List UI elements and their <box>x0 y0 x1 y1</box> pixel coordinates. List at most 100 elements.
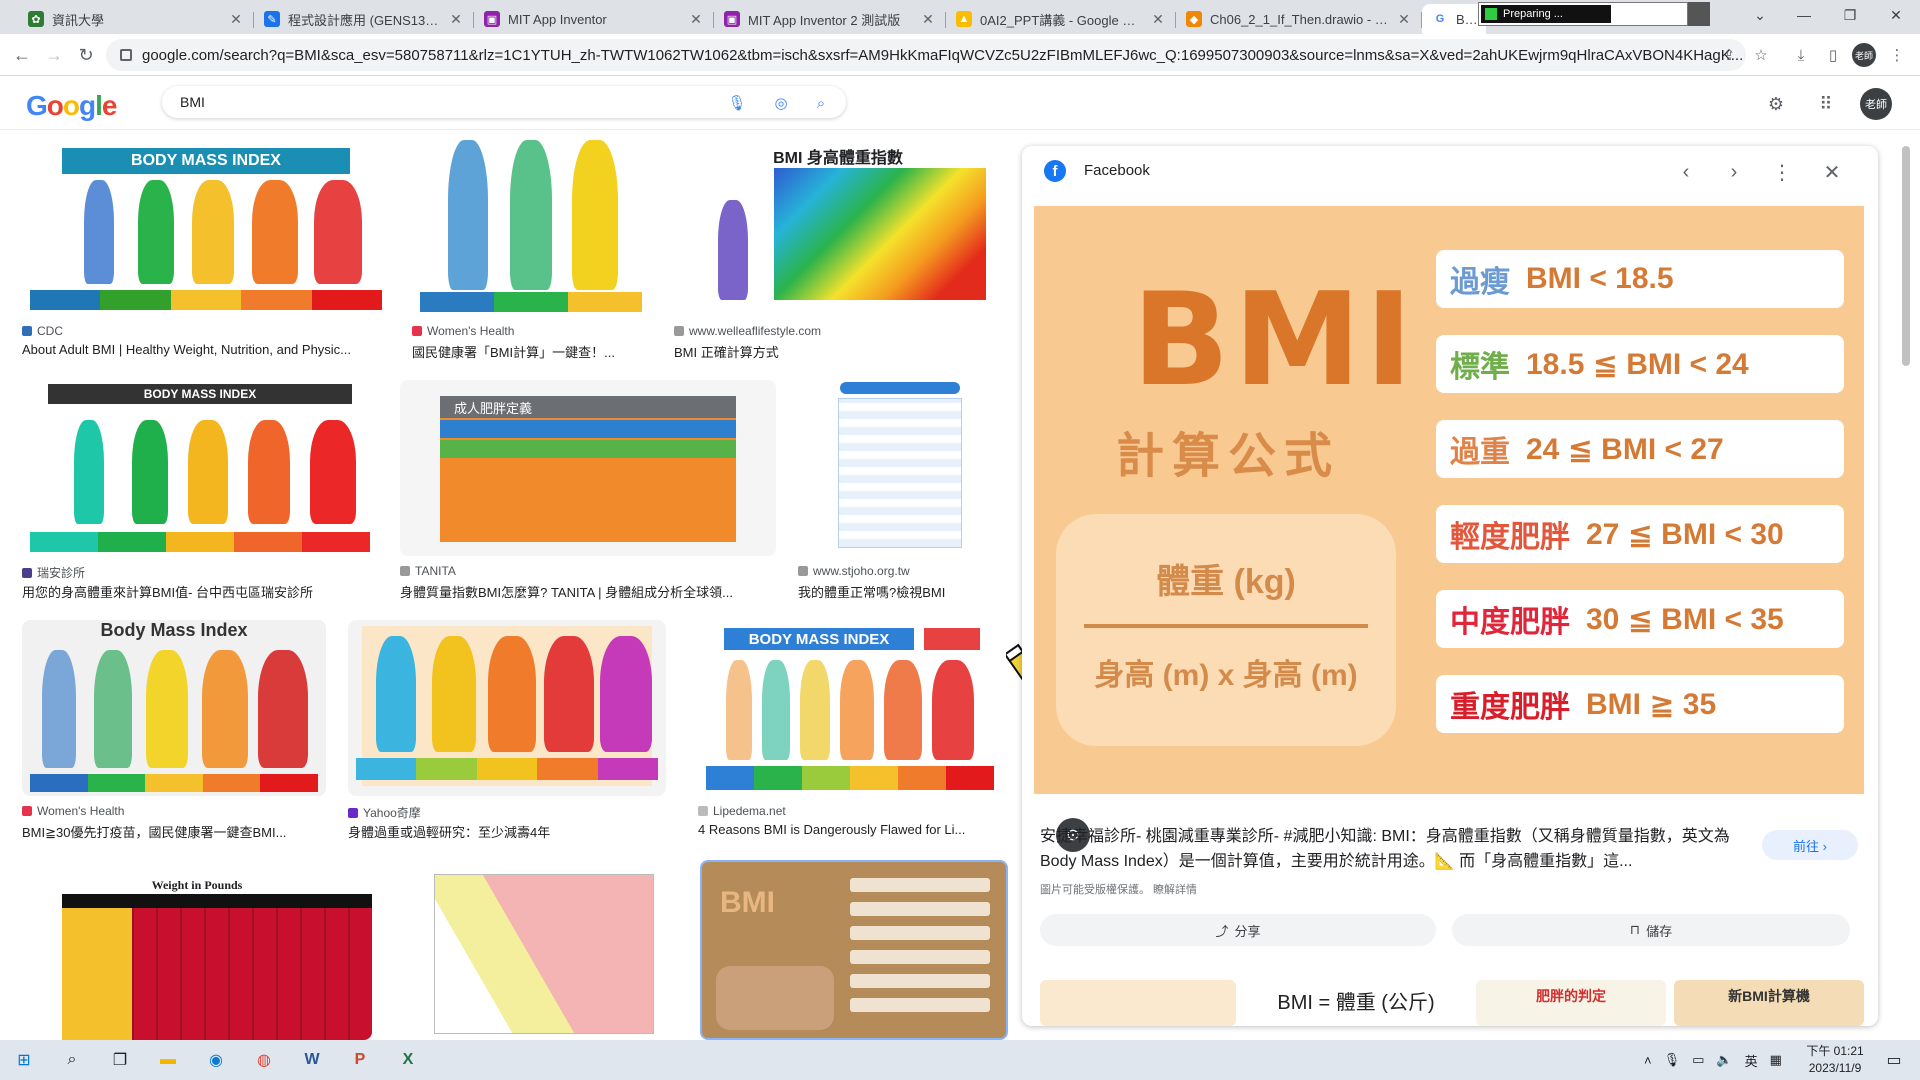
result-source[interactable]: CDC <box>22 324 63 338</box>
edge-icon[interactable]: ◉ <box>202 1046 230 1074</box>
result-caption[interactable]: 我的體重正常嗎?檢視BMI <box>798 582 1002 601</box>
system-clock[interactable]: 下午 01:21 2023/11/9 <box>1800 1043 1870 1077</box>
minimize-icon[interactable]: — <box>1784 0 1824 30</box>
previous-icon[interactable]: ‹ <box>1672 158 1700 186</box>
result-caption[interactable]: 國民健康署「BMI計算」一鍵查！... <box>412 342 650 361</box>
result-thumbnail[interactable] <box>348 620 666 796</box>
tab-6[interactable]: ◆ Ch06_2_1_If_Then.drawio - draw.io ✕ <box>1176 4 1422 34</box>
result-thumbnail[interactable]: BODY MASS INDEX <box>22 140 390 316</box>
tray-chevron-icon[interactable]: ˄ <box>1644 1053 1652 1068</box>
volume-icon[interactable]: 🔈 <box>1716 1052 1732 1068</box>
tab-4[interactable]: ▣ MIT App Inventor 2 測試版 ✕ <box>714 4 946 34</box>
page-scrollbar[interactable] <box>1900 140 1912 1020</box>
settings-gear-icon[interactable]: ⚙ <box>1764 92 1788 116</box>
close-icon[interactable]: ✕ <box>1396 11 1412 28</box>
result-caption[interactable]: BMI≧30優先打疫苗，國民健康署一鍵查BMI... <box>22 822 326 841</box>
next-icon[interactable]: › <box>1720 158 1748 186</box>
ime-mode-icon[interactable]: ▦ <box>1770 1052 1782 1068</box>
result-source[interactable]: Women's Health <box>22 804 124 818</box>
powerpoint-icon[interactable]: P <box>346 1046 374 1074</box>
result-caption[interactable]: 身體質量指數BMI怎麼算? TANITA | 身體組成分析全球領... <box>400 582 776 601</box>
share-button[interactable]: ⤴ 分享 <box>1040 914 1436 946</box>
result-source[interactable]: Lipedema.net <box>698 804 786 818</box>
result-thumbnail[interactable] <box>412 140 650 316</box>
save-button[interactable]: ⊓ 儲存 <box>1452 914 1850 946</box>
close-icon[interactable]: ✕ <box>1150 11 1166 28</box>
word-icon[interactable]: W <box>298 1046 326 1074</box>
google-logo[interactable]: Google <box>26 90 117 122</box>
notification-icon[interactable]: ▭ <box>1880 1046 1908 1074</box>
file-explorer-icon[interactable]: ▬ <box>154 1046 182 1074</box>
tab-3[interactable]: ▣ MIT App Inventor ✕ <box>474 4 714 34</box>
related-image[interactable]: 肥胖的判定 <box>1476 980 1666 1026</box>
tab-5[interactable]: ▲ 0AI2_PPT講義 - Google 雲端硬碟 ✕ <box>946 4 1176 34</box>
search-icon[interactable]: ⌕ <box>58 1046 86 1074</box>
image-description[interactable]: 安捷幸福診所- 桃園減重專業診所- #減肥小知識: BMI：身高體重指數（又稱身… <box>1040 824 1760 874</box>
task-view-icon[interactable]: ❐ <box>106 1046 134 1074</box>
result-source[interactable]: www.stjoho.org.tw <box>798 564 910 578</box>
preview-image[interactable]: BMI 計算公式 體重 (kg) 身高 (m) x 身高 (m) 過瘦 BMI <… <box>1034 206 1864 852</box>
tab-search-icon[interactable]: ⌄ <box>1740 0 1780 30</box>
result-thumbnail[interactable] <box>394 864 684 1040</box>
result-source[interactable]: Women's Health <box>412 324 514 338</box>
restore-icon[interactable]: ❐ <box>1830 0 1870 30</box>
related-image[interactable]: BMI = 體重 (公斤) <box>1244 980 1468 1026</box>
result-thumbnail[interactable]: BODY MASS INDEX <box>698 620 1002 796</box>
close-icon[interactable]: ✕ <box>688 11 704 28</box>
profile-avatar[interactable]: 老師 <box>1852 43 1876 67</box>
result-caption[interactable]: 4 Reasons BMI is Dangerously Flawed for … <box>698 822 1002 837</box>
result-thumbnail[interactable]: BMI 身高體重指數 <box>674 140 1002 316</box>
side-panel-icon[interactable]: ▯ <box>1820 42 1846 68</box>
result-caption[interactable]: About Adult BMI | Healthy Weight, Nutrit… <box>22 342 390 357</box>
close-panel-icon[interactable]: ✕ <box>1818 158 1846 186</box>
related-image[interactable] <box>1040 980 1236 1026</box>
more-options-icon[interactable]: ⋮ <box>1768 158 1796 186</box>
tab-2[interactable]: ✎ 程式設計應用 (GENS13254A1) ✕ <box>254 4 474 34</box>
search-icon[interactable]: ⌕ <box>810 92 832 114</box>
result-thumbnail[interactable]: Body Mass Index <box>22 620 326 796</box>
tab-1[interactable]: ✿ 資訊大學 ✕ <box>18 4 254 34</box>
microphone-icon[interactable]: 🎙 <box>1664 1052 1681 1068</box>
download-icon[interactable]: ⤓ <box>1788 42 1814 68</box>
recording-handle[interactable] <box>1688 2 1710 26</box>
result-thumbnail[interactable]: BMI <box>700 860 1008 1040</box>
result-thumbnail[interactable]: Weight in Pounds <box>22 864 372 1040</box>
result-caption[interactable]: 身體過重或過輕研究：至少減壽4年 <box>348 822 666 841</box>
result-source[interactable]: Yahoo奇摩 <box>348 804 421 821</box>
address-bar[interactable]: google.com/search?q=BMI&sca_esv=58075871… <box>106 39 1746 71</box>
visit-button[interactable]: 前往 › <box>1762 830 1858 860</box>
close-icon[interactable]: ✕ <box>448 11 464 28</box>
result-source[interactable]: www.welleaflifestyle.com <box>674 324 821 338</box>
result-source[interactable]: 瑞安診所 <box>22 564 85 581</box>
menu-kebab-icon[interactable]: ⋮ <box>1884 42 1910 68</box>
related-image[interactable]: 新BMI計算機 <box>1674 980 1864 1026</box>
windows-start-icon[interactable]: ⊞ <box>10 1046 38 1074</box>
lens-search-icon[interactable]: ◎ <box>770 92 792 114</box>
network-icon[interactable]: ▭ <box>1692 1052 1704 1068</box>
result-thumbnail[interactable] <box>798 380 1002 556</box>
result-source[interactable]: TANITA <box>400 564 456 578</box>
tab-active[interactable]: G BMI <box>1422 4 1486 34</box>
account-avatar[interactable]: 老師 <box>1860 88 1892 120</box>
result-thumbnail[interactable]: 成人肥胖定義 <box>400 380 776 556</box>
chrome-icon[interactable]: ◍ <box>250 1046 278 1074</box>
excel-icon[interactable]: X <box>394 1046 422 1074</box>
bookmark-star-icon[interactable]: ☆ <box>1748 42 1774 68</box>
ime-indicator[interactable]: 英 <box>1745 1051 1758 1070</box>
close-icon[interactable]: ✕ <box>920 11 936 28</box>
result-caption[interactable]: BMI 正確計算方式 <box>674 342 1002 361</box>
result-caption[interactable]: 用您的身高體重來計算BMI值- 台中西屯區瑞安診所 <box>22 582 378 601</box>
close-icon[interactable]: ✕ <box>228 11 244 28</box>
scrollbar-thumb[interactable] <box>1902 146 1910 366</box>
apps-grid-icon[interactable]: ⠿ <box>1814 92 1838 116</box>
search-input[interactable]: BMI 🎙 ◎ ⌕ <box>162 86 846 118</box>
window-close-icon[interactable]: ✕ <box>1876 0 1916 30</box>
voice-search-icon[interactable]: 🎙 <box>726 92 748 114</box>
result-thumbnail[interactable]: BODY MASS INDEX <box>22 380 378 556</box>
panel-source[interactable]: Facebook <box>1084 162 1150 179</box>
share-icon[interactable]: ⇪ <box>1716 42 1742 68</box>
forward-icon[interactable]: → <box>40 42 68 68</box>
reload-icon[interactable]: ↻ <box>72 42 100 68</box>
back-icon[interactable]: ← <box>8 42 36 68</box>
copyright-note[interactable]: 圖片可能受版權保護。 瞭解詳情 <box>1040 881 1197 897</box>
